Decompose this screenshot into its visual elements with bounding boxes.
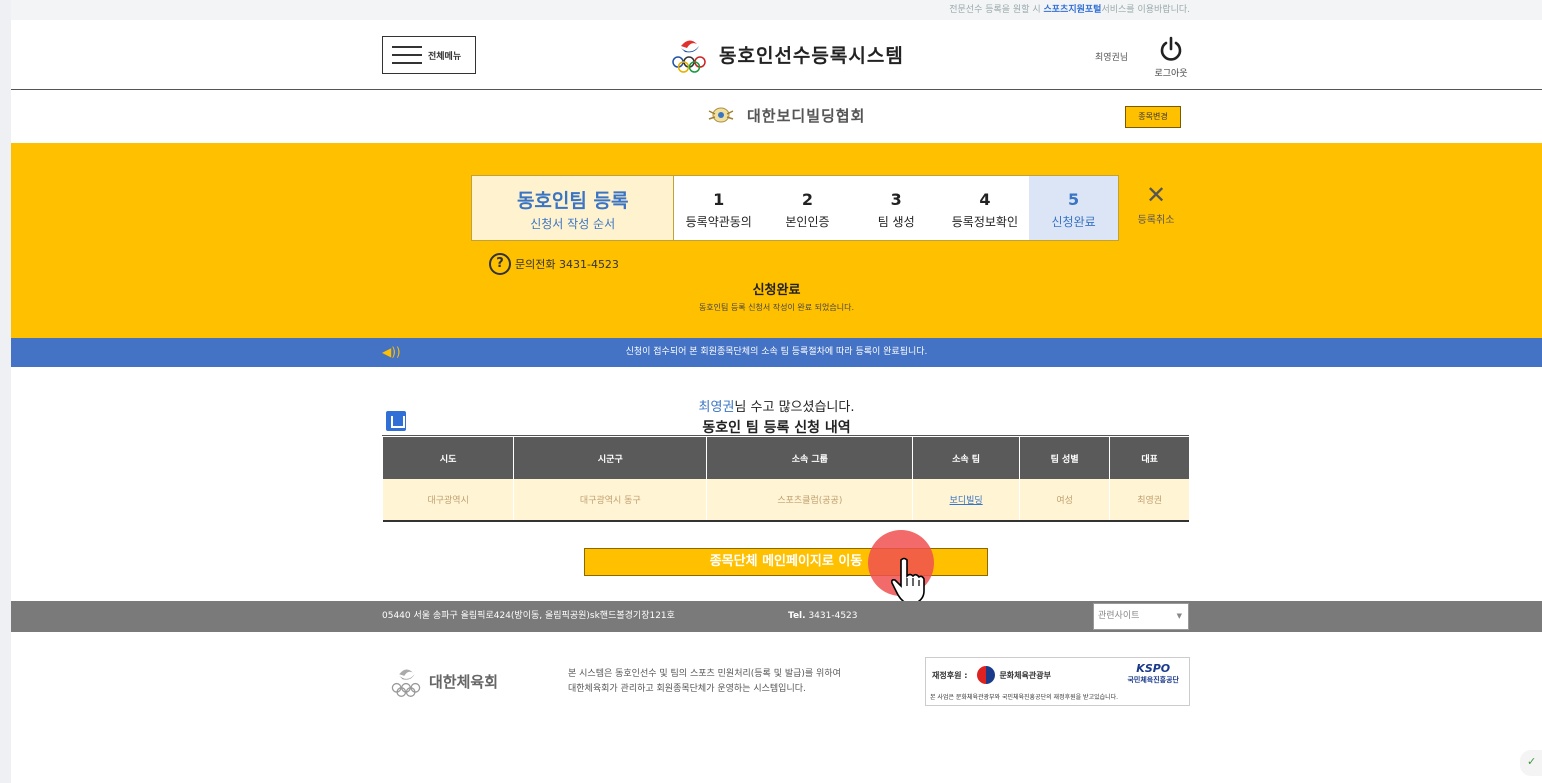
sponsor-label: 재정후원 : [932,670,968,680]
security-shield-icon[interactable] [1520,750,1542,776]
page: 전문선수 등록을 원할 시 스포츠지원포털서비스를 이용바랍니다. 전체메뉴 동… [11,0,1542,783]
top-notice: 전문선수 등록을 원할 시 스포츠지원포털서비스를 이용바랍니다. [11,0,1542,20]
col-sido: 시도 [383,437,515,479]
step-3[interactable]: 3 팀 생성 [852,176,941,240]
dropdown-arrow-icon: ▼ [1176,612,1182,620]
cell-representative: 최영권 [1109,479,1189,522]
inquiry-phone-text: 문의전화 3431-4523 [515,258,619,271]
history-title: 동호인 팀 등록 신청 내역 [702,420,851,436]
progress-band: 동호인팀 등록 신청서 작성 순서 1 등록약관동의 2 본인인증 3 팀 생성 4 등… [11,143,1542,338]
kspo-name: 국민체육진흥공단 [1127,676,1179,684]
power-icon [1160,36,1182,61]
registration-table: 시도 시군구 소속 그룹 소속 팀 팀 성별 대표 대구광역시 대구광역시 동구… [383,437,1189,522]
sports-portal-link[interactable]: 스포츠지원포털 [1044,5,1102,15]
thanks-message: 최영권님 수고 많으셨습니다. 동호인 팀 등록 신청 내역 [11,396,1542,437]
step-number: 3 [890,190,902,209]
table-row: 대구광역시 대구광역시 동구 스포츠클럽(공공) 보디빌딩 여성 최영권 [383,479,1189,522]
cell-gender: 여성 [1019,479,1111,522]
col-sigungu: 시군구 [513,437,708,479]
step-header: 동호인팀 등록 신청서 작성 순서 [472,176,675,240]
footer-bar: 05440 서울 송파구 올림픽로424(방이동, 올림픽공원)sk핸드볼경기장… [11,601,1542,632]
step-number: 5 [1068,190,1080,209]
notice-prefix: 전문선수 등록을 원할 시 [949,5,1044,15]
kspo-mark: KSPO [1136,662,1171,675]
related-sites-value: 관련사이트 [1098,611,1140,621]
info-bar: ◀)) 신청이 접수되어 본 회원종목단체의 소속 팀 등록절차에 따라 등록이… [11,338,1542,367]
cancel-registration-button[interactable]: ✕ 등록취소 [1126,183,1186,226]
ministry-logo: 문화체육관광부 [977,666,1051,684]
step-label: 본인인증 [785,215,830,229]
cell-team: 보디빌딩 [912,479,1020,522]
step-title: 동호인팀 등록 [516,190,629,212]
org-bar: 대한보디빌딩협회 종목변경 [11,91,1542,143]
step-1[interactable]: 1 등록약관동의 [674,176,763,240]
document-icon [386,411,406,431]
cell-sido: 대구광역시 [383,479,515,522]
inquiry-phone: ? 문의전화 3431-4523 [489,253,619,275]
col-group: 소속 그룹 [706,437,914,479]
logout-button[interactable]: 로그아웃 [1151,36,1191,79]
footer-org-name: 대한체육회 [429,672,499,691]
olympic-rings-icon [391,669,421,697]
association-emblem-icon [708,107,734,123]
taegeuk-icon [977,666,996,684]
hamburger-icon [392,46,422,64]
step-number: 4 [979,190,991,209]
step-5-active[interactable]: 5 신청완료 [1029,176,1118,240]
footer-tel: Tel. 3431-4523 [788,601,858,632]
applicant-name: 최영권 [698,400,735,415]
tel-label: Tel. [788,611,806,621]
footer-description: 본 시스템은 동호인선수 및 팀의 스포츠 민원처리(등록 및 발급)를 위하여… [568,667,841,697]
system-logo[interactable]: 동호인선수등록시스템 [669,34,904,74]
header: 전체메뉴 동호인선수등록시스템 최영권님 로그아웃 [11,20,1542,90]
col-team: 소속 팀 [912,437,1020,479]
step-label: 팀 생성 [877,215,915,229]
change-sport-button[interactable]: 종목변경 [1125,106,1181,128]
completion-subtitle: 동호인팀 등록 신청서 작성이 완료 되었습니다. [698,303,855,312]
hand-cursor-icon [891,557,925,604]
footer-desc-line1: 본 시스템은 동호인선수 및 팀의 스포츠 민원처리(등록 및 발급)를 위하여 [568,669,841,679]
sponsor-box: 재정후원 : 문화체육관광부 KSPO 국민체육진흥공단 본 사업은 문화체육관… [925,657,1190,706]
sponsor-note: 본 사업은 문화체육관광부와 국민체육진흥공단의 재정후원을 받고있습니다. [930,694,1119,701]
full-menu-label: 전체메뉴 [428,51,462,62]
tel-number: 3431-4523 [808,611,858,621]
question-icon: ? [489,253,511,275]
divider [382,435,1189,436]
completion-title: 신청완료 [752,283,801,298]
kspo-logo: KSPO 국민체육진흥공단 [1127,662,1179,685]
logout-label: 로그아웃 [1154,69,1188,79]
footer-logo[interactable]: 대한체육회 [389,664,498,698]
col-gender: 팀 성별 [1019,437,1111,479]
col-representative: 대표 [1109,437,1189,479]
team-link[interactable]: 보디빌딩 [950,496,983,506]
table-header-row: 시도 시군구 소속 그룹 소속 팀 팀 성별 대표 [383,437,1189,479]
cancel-label: 등록취소 [1137,215,1175,226]
thanks-text: 님 수고 많으셨습니다. [734,400,855,415]
step-2[interactable]: 2 본인인증 [763,176,852,240]
speaker-icon: ◀)) [382,345,401,359]
close-icon: ✕ [1145,181,1167,209]
ministry-name: 문화체육관광부 [999,670,1051,680]
notice-suffix: 서비스를 이용바랍니다. [1101,5,1190,15]
related-sites-select[interactable]: 관련사이트 ▼ [1093,603,1189,630]
footer-desc-line2: 대한체육회가 관리하고 회원종목단체가 운영하는 시스템입니다. [568,684,806,694]
system-title: 동호인선수등록시스템 [719,44,904,67]
full-menu-button[interactable]: 전체메뉴 [382,36,476,74]
step-subtitle: 신청서 작성 순서 [530,217,616,231]
cell-group: 스포츠클럽(공공) [706,479,914,522]
association-name: 대한보디빌딩협회 [747,107,866,125]
step-number: 2 [801,190,814,209]
step-number: 1 [713,190,725,209]
olympic-rings-icon [672,40,706,73]
step-label: 신청완료 [1051,215,1096,229]
step-label: 등록약관동의 [685,215,752,229]
step-indicator: 동호인팀 등록 신청서 작성 순서 1 등록약관동의 2 본인인증 3 팀 생성 4 등… [471,175,1119,241]
step-4[interactable]: 4 등록정보확인 [941,176,1030,240]
cell-sigungu: 대구광역시 동구 [513,479,708,522]
user-name: 최영권님 [1095,53,1129,63]
info-text: 신청이 접수되어 본 회원종목단체의 소속 팀 등록절차에 따라 등록이 완료됩… [625,347,928,357]
completion-message: 신청완료 동호인팀 등록 신청서 작성이 완료 되었습니다. [11,279,1542,313]
step-label: 등록정보확인 [951,215,1019,229]
footer-address: 05440 서울 송파구 올림픽로424(방이동, 올림픽공원)sk핸드볼경기장… [382,611,675,621]
